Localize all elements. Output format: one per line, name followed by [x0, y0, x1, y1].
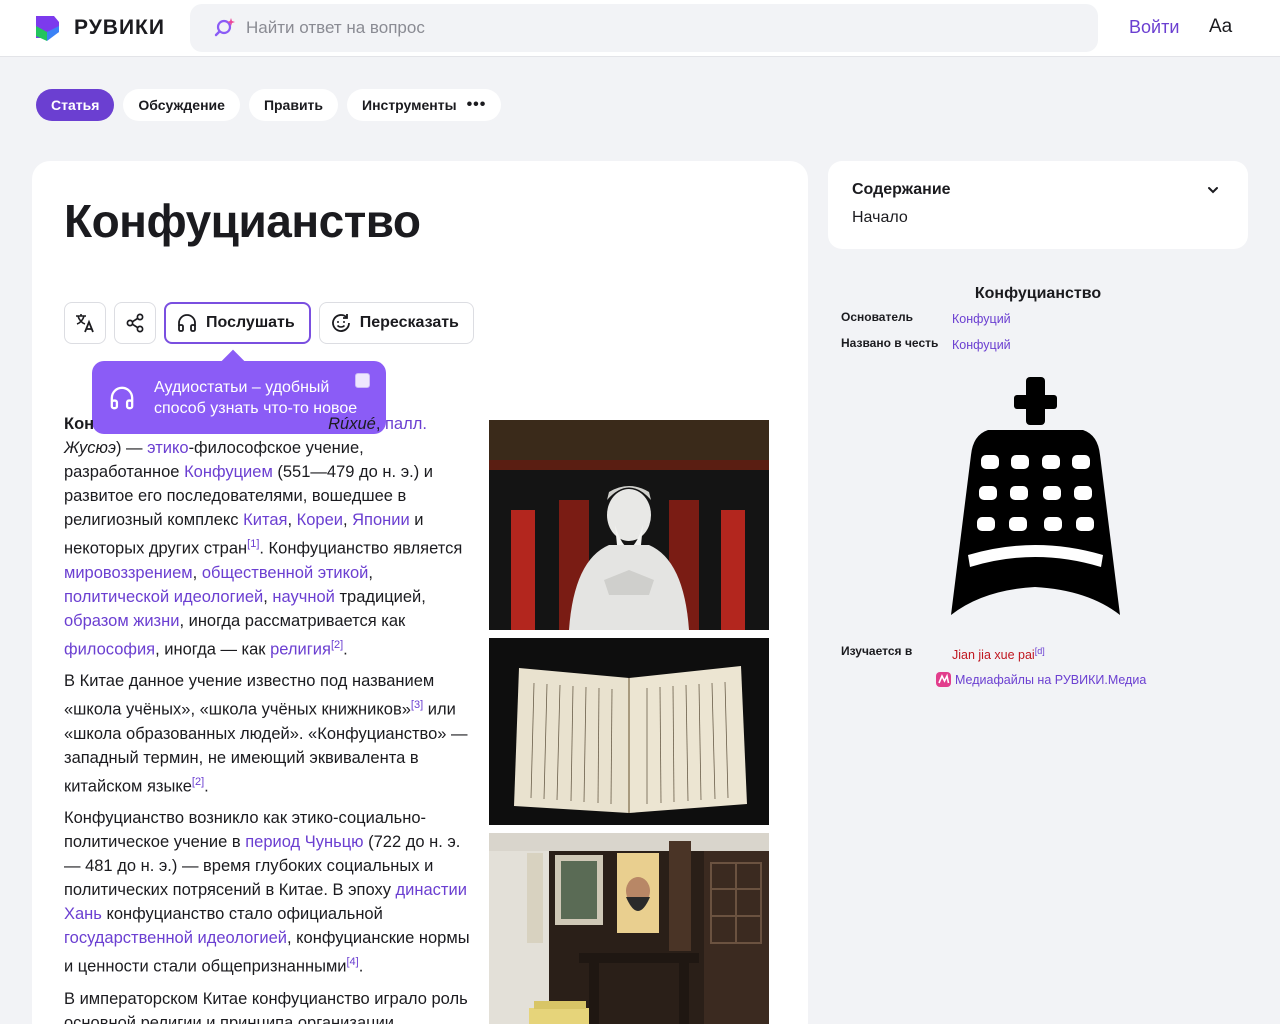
tab-discussion[interactable]: Обсуждение	[123, 89, 240, 121]
link[interactable]: этико	[147, 439, 188, 457]
infobox-title: Конфуцианство	[974, 285, 1102, 302]
toc-item-start[interactable]: Начало	[852, 209, 908, 227]
infobox-label-named-after: Названо в честь	[841, 336, 939, 350]
ancient-book-image[interactable]	[489, 638, 769, 825]
infobox-label-studied-in: Изучается в	[841, 644, 913, 658]
headphones-icon	[178, 314, 196, 332]
infobox-value-founder[interactable]: Конфуций	[952, 312, 1011, 326]
statue-picture	[489, 420, 769, 630]
link[interactable]: Кореи	[297, 511, 343, 529]
infobox-label-founder: Основатель	[841, 310, 914, 324]
ruwiki-media-icon	[936, 672, 951, 687]
link[interactable]: мировоззрением	[64, 564, 193, 582]
top-header: РУВИКИ Войти Aa	[0, 0, 1280, 57]
tab-label: Статья	[51, 97, 100, 113]
share-icon	[126, 313, 144, 333]
ai-search-icon	[214, 18, 235, 37]
share-button[interactable]	[114, 302, 156, 344]
link[interactable]: палл.	[385, 415, 427, 433]
login-link[interactable]: Войти	[1129, 17, 1179, 38]
tab-tools[interactable]: Инструменты •••	[347, 89, 502, 121]
link[interactable]: Китая	[243, 511, 287, 529]
table-of-contents: Содержание Начало	[828, 161, 1248, 249]
link[interactable]: научной	[272, 588, 334, 606]
confucianism-bell-symbol[interactable]	[948, 375, 1123, 623]
listen-button[interactable]: Послушать	[164, 302, 311, 344]
font-settings-button[interactable]: Aa	[1209, 16, 1232, 38]
page-title: Конфуцианство	[64, 195, 421, 247]
wikidata-ref[interactable]: [d]	[1035, 646, 1045, 656]
listen-label: Послушать	[206, 314, 295, 331]
infobox-value-named-after[interactable]: Конфуций	[952, 338, 1011, 352]
book-picture	[489, 638, 769, 825]
infobox-value-studied-in[interactable]: Jian jia xue pai[d]	[952, 646, 1045, 662]
link[interactable]: образом жизни	[64, 612, 179, 630]
link[interactable]: политической идеологией	[64, 588, 263, 606]
tab-label: Править	[263, 97, 324, 113]
paragraph: Конфуцианство возникло как этико-социаль…	[64, 809, 470, 976]
media-files-link[interactable]: Медиафайлы на РУВИКИ.Медиа	[936, 672, 1146, 687]
studied-in-text: Jian jia xue pai	[952, 648, 1035, 663]
ruwiki-logo-icon	[36, 16, 59, 41]
article-body: Кон Rúxué, палл. Жусюэ) — этико-философск…	[64, 412, 472, 1024]
logo-text: РУВИКИ	[74, 16, 165, 39]
link[interactable]: Конфуцием	[184, 463, 273, 481]
article-actions: Послушать Пересказать	[64, 302, 474, 344]
tab-edit[interactable]: Править	[248, 89, 339, 121]
retell-label: Пересказать	[359, 314, 459, 331]
page-tabs: Статья Обсуждение Править Инструменты •••	[36, 89, 502, 121]
toc-title: Содержание	[852, 181, 951, 198]
link[interactable]: период Чуньцю	[245, 833, 363, 851]
link[interactable]: религия	[270, 640, 331, 658]
tab-label: Инструменты	[362, 97, 457, 113]
paragraph: В Китае данное учение известно под назва…	[64, 672, 468, 795]
link[interactable]: династии Хань	[64, 881, 467, 923]
chevron-down-icon[interactable]	[1206, 183, 1220, 197]
search-input[interactable]	[246, 18, 1046, 38]
media-files-label: Медиафайлы на РУВИКИ.Медиа	[955, 672, 1147, 687]
temple-picture	[489, 833, 769, 1024]
link[interactable]: государственной идеологией	[64, 929, 287, 947]
paragraph: Кон Rúxué, палл. Жусюэ) — этико-философск…	[64, 415, 463, 658]
paragraph: В императорском Китае конфуцианство игра…	[64, 989, 468, 1024]
search-bar[interactable]	[190, 4, 1098, 52]
article-card: Конфуцианство Послушать Пересказать Ауди…	[32, 161, 808, 1024]
link[interactable]: Японии	[352, 511, 410, 529]
temple-interior-image[interactable]	[489, 833, 769, 1024]
tab-article[interactable]: Статья	[36, 89, 115, 121]
more-dots-icon: •••	[466, 96, 487, 113]
confucius-statue-image[interactable]	[489, 420, 769, 630]
translate-icon	[76, 314, 94, 333]
headphones-icon	[110, 386, 134, 409]
link[interactable]: общественной этикой	[202, 564, 369, 582]
tooltip-dismiss-checkbox[interactable]	[355, 373, 370, 388]
tab-label: Обсуждение	[138, 97, 225, 113]
retell-icon	[331, 314, 350, 332]
retell-button[interactable]: Пересказать	[318, 302, 474, 344]
link[interactable]: философия	[64, 640, 155, 658]
translate-button[interactable]	[64, 302, 106, 344]
site-logo[interactable]: РУВИКИ	[32, 13, 165, 43]
